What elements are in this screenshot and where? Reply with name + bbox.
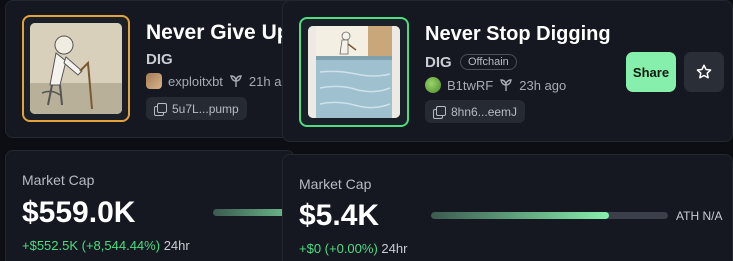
creator-name[interactable]: exploitxbt [168, 74, 223, 89]
favorite-button[interactable] [684, 52, 724, 92]
copy-icon [433, 105, 446, 119]
market-cap-change: +$0 (+0.00%) 24hr [299, 241, 407, 256]
token-ticker: DIG [425, 54, 452, 71]
contract-address: 5u7L...pump [172, 101, 239, 116]
share-button[interactable]: Share [626, 52, 676, 92]
contract-address-copy[interactable]: 8hn6...eemJ [425, 100, 526, 123]
contract-address-copy[interactable]: 5u7L...pump [146, 97, 247, 120]
creator-avatar[interactable] [425, 77, 441, 93]
market-cap-change-amount: +$0 (+0.00%) [299, 241, 378, 256]
creator-row: exploitxbt 21h ago [146, 73, 294, 89]
token-ticker: DIG [146, 51, 173, 68]
sprout-icon [230, 75, 242, 87]
creator-name[interactable]: B1twRF [447, 78, 493, 93]
creator-avatar[interactable] [146, 73, 162, 89]
market-cap-change-period: 24hr [381, 241, 408, 256]
market-cap-card: Market Cap $5.4K +$0 (+0.00%) 24hr ATH N… [282, 154, 733, 261]
token-card-never-give-up[interactable]: Never Give Up DIG exploitxbt 21h ago 5u7… [5, 0, 295, 138]
token-thumbnail[interactable] [299, 17, 409, 127]
creator-row: B1twRF 23h ago [425, 77, 566, 93]
market-cap-progress [431, 212, 668, 219]
market-cap-change-amount: +$552.5K (+8,544.44%) [22, 238, 161, 253]
market-cap-label: Market Cap [22, 172, 95, 188]
market-cap-label: Market Cap [299, 176, 372, 192]
token-card-never-stop-digging[interactable]: Never Stop Digging DIG Offchain B1twRF 2… [282, 0, 733, 142]
token-title[interactable]: Never Stop Digging [425, 23, 611, 46]
contract-address: 8hn6...eemJ [451, 104, 518, 119]
created-age: 23h ago [519, 77, 567, 93]
ath-label: ATH N/A [676, 209, 723, 223]
star-icon [696, 64, 712, 79]
token-title[interactable]: Never Give Up [146, 21, 290, 45]
offchain-badge: Offchain [460, 54, 517, 70]
thumbnail-image [308, 26, 400, 118]
market-cap-progress-fill [431, 212, 609, 219]
thumbnail-image [30, 23, 122, 114]
market-cap-change: +$552.5K (+8,544.44%) 24hr [22, 238, 190, 253]
token-thumbnail[interactable] [22, 15, 130, 122]
market-cap-value: $559.0K [22, 196, 136, 229]
market-cap-value: $5.4K [299, 199, 380, 232]
market-cap-card-back: Market Cap $559.0K +$552.5K (+8,544.44%)… [5, 150, 295, 261]
sprout-icon [500, 79, 513, 91]
copy-icon [154, 102, 167, 116]
market-cap-change-period: 24hr [163, 238, 190, 253]
